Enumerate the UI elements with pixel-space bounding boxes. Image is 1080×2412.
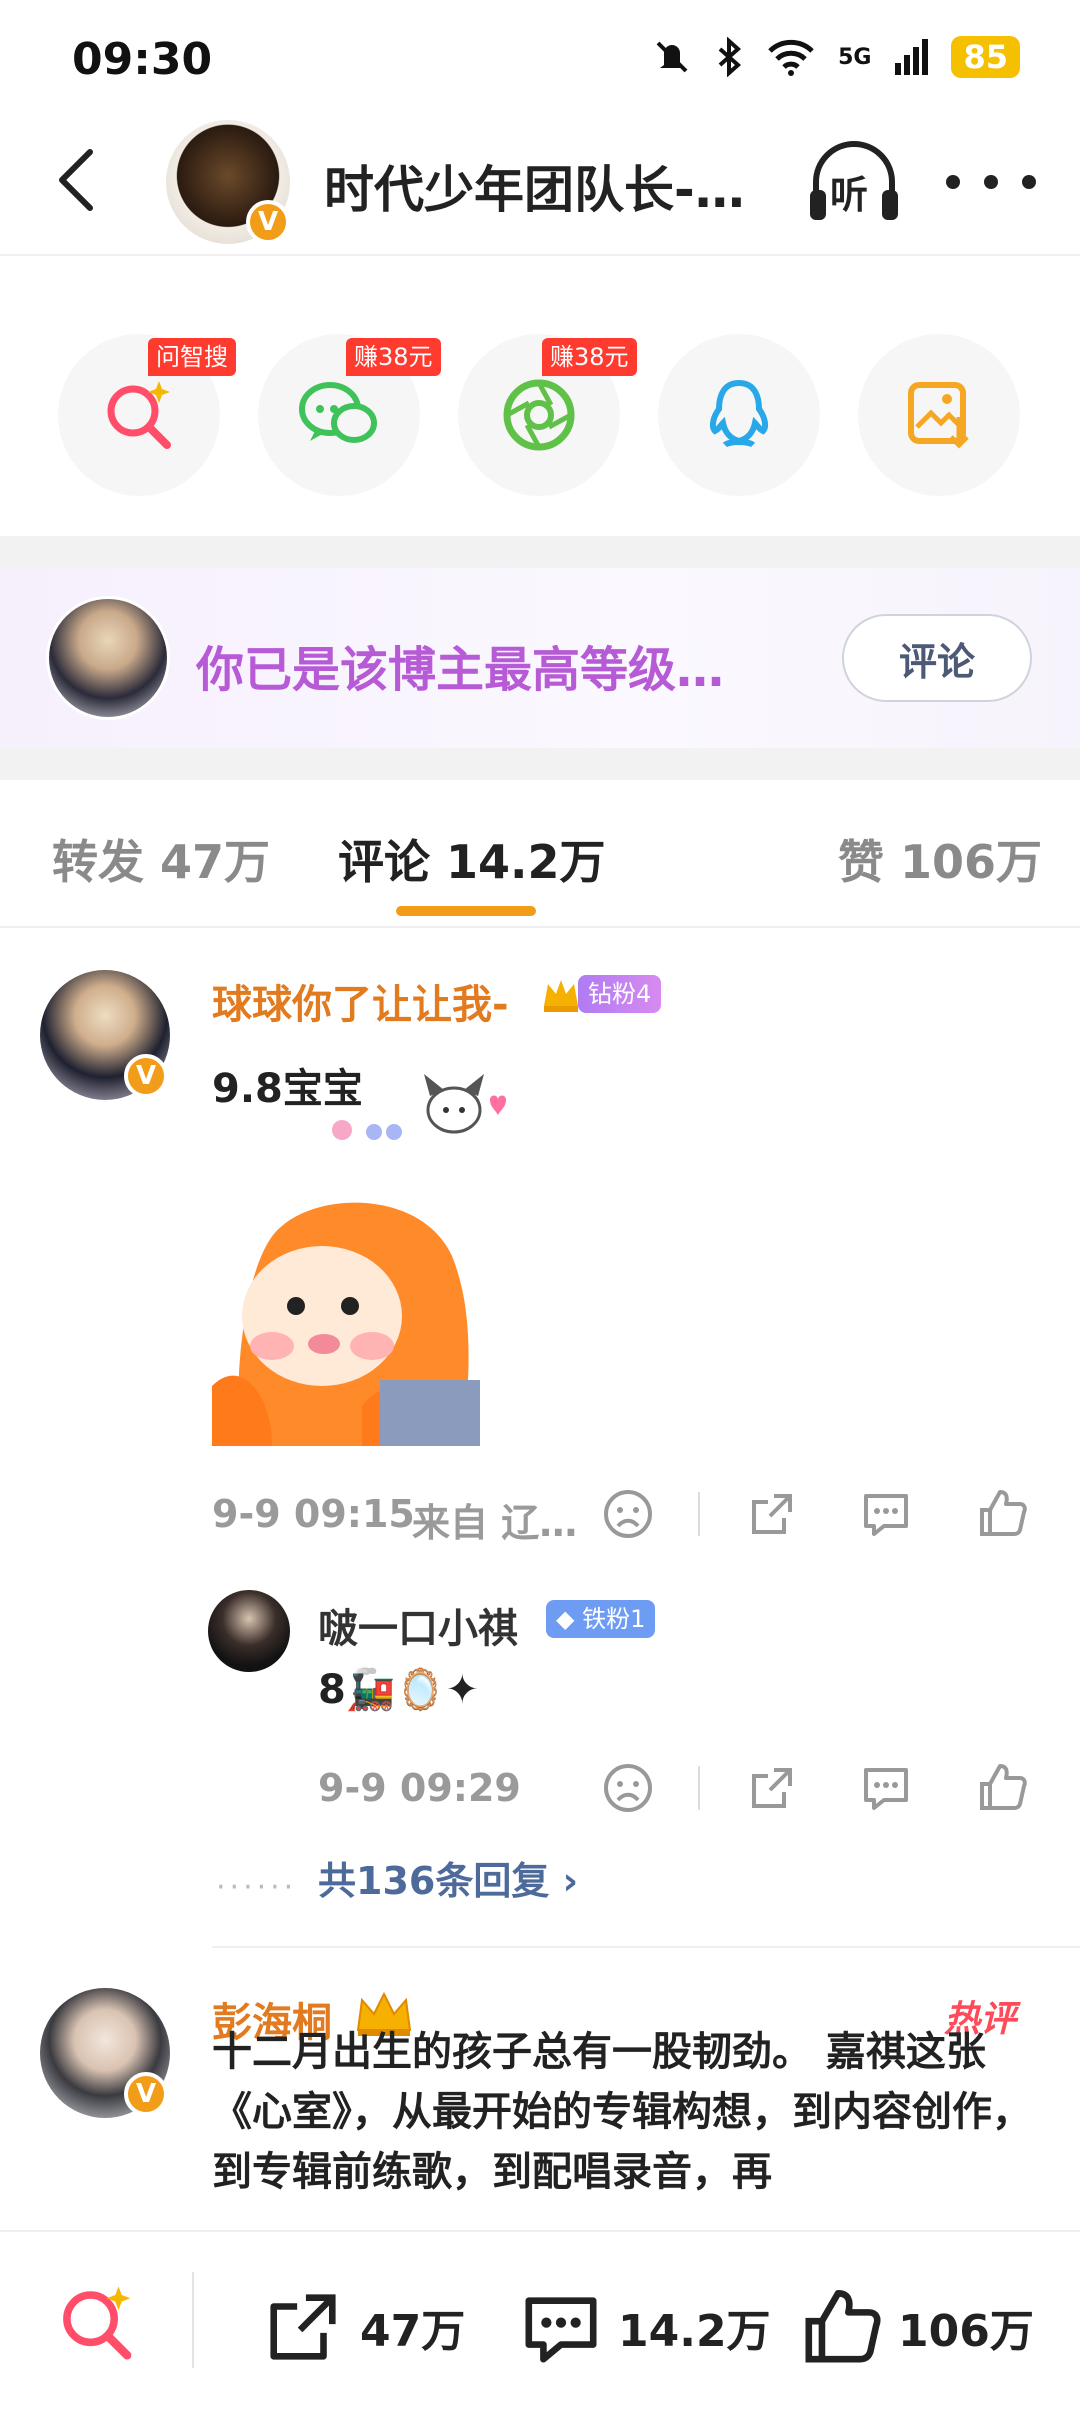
share-tag: 赚38元 (346, 338, 441, 376)
verified-badge-icon: V (124, 2072, 168, 2116)
divider (212, 1946, 1080, 1948)
comment-source: 来自 辽… (412, 1501, 578, 1545)
comment-time: 9-9 09:15 (212, 1492, 415, 1536)
fan-badge-label: 钻粉4 (578, 975, 662, 1013)
crown-icon (544, 980, 578, 1012)
repost-button[interactable]: 47万 (262, 2286, 465, 2368)
share-qq-button[interactable] (658, 334, 820, 496)
ai-search-icon[interactable] (54, 2280, 140, 2366)
tab-comments[interactable]: 评论 14.2万 (338, 826, 606, 892)
dislike-face-icon[interactable] (600, 1760, 656, 1816)
moments-icon (503, 379, 575, 451)
save-image-button[interactable] (858, 334, 1020, 496)
divider (698, 1766, 700, 1810)
fan-badge-label: ◆ 铁粉1 (546, 1600, 656, 1638)
comment-count-button[interactable]: 14.2万 (520, 2286, 771, 2368)
comment-icon (525, 2297, 597, 2363)
bluetooth-icon (718, 37, 742, 77)
divider (0, 254, 1080, 256)
reply-icon[interactable] (858, 1760, 914, 1816)
sticker-image[interactable] (212, 1196, 482, 1446)
reply-text: 8🚂🪞✦ (318, 1667, 479, 1713)
share-icon[interactable] (744, 1486, 800, 1542)
section-separator (0, 748, 1080, 780)
kuromi-sticker-icon (424, 1074, 506, 1134)
reply-time: 9-9 09:29 (318, 1766, 521, 1810)
battery-level: 85 (951, 36, 1020, 78)
reply-dots: ······ (216, 1870, 298, 1905)
tab-repost[interactable]: 转发 47万 (52, 826, 270, 892)
save-image-icon (908, 382, 969, 449)
like-icon (805, 2290, 881, 2363)
user-avatar (46, 596, 170, 720)
fan-badge-text: 铁粉1 (582, 1605, 646, 1633)
share-tag: 赚38元 (542, 338, 637, 376)
network-label: 5G (838, 44, 872, 70)
reply-username[interactable]: 啵一口小祺 (318, 1596, 518, 1654)
section-separator (0, 536, 1080, 568)
share-icon[interactable] (744, 1760, 800, 1816)
reply-avatar[interactable] (208, 1590, 290, 1672)
comment-count: 14.2万 (618, 2306, 771, 2357)
divider (192, 2272, 194, 2368)
signal-icon (895, 39, 929, 75)
fan-level-text: 你已是该博主最高等级… (196, 642, 725, 698)
back-icon[interactable] (40, 140, 120, 220)
divider (698, 1492, 700, 1536)
ai-search-icon (107, 381, 171, 449)
reply-icon[interactable] (858, 1486, 914, 1542)
tab-likes[interactable]: 赞 106万 (838, 826, 1042, 892)
mute-icon (656, 41, 688, 73)
comment-username[interactable]: 球球你了让让我- (212, 972, 509, 1030)
fan-badge: 钻粉4 (540, 974, 662, 1014)
comment-button[interactable]: 评论 (842, 614, 1032, 702)
like-button[interactable]: 106万 (800, 2286, 1034, 2368)
active-tab-indicator (396, 906, 536, 916)
view-all-replies-link[interactable]: 共136条回复 › (318, 1850, 578, 1905)
listen-button[interactable]: 听 (806, 138, 902, 228)
decoration-icon (332, 1120, 402, 1140)
status-time: 09:30 (72, 34, 213, 85)
dislike-face-icon[interactable] (600, 1486, 656, 1542)
page-title[interactable]: 时代少年团队长-… (324, 150, 745, 222)
like-icon[interactable] (974, 1486, 1030, 1542)
fan-badge: ◆ 铁粉1 (546, 1600, 656, 1638)
like-icon[interactable] (974, 1760, 1030, 1816)
repost-count: 47万 (360, 2306, 466, 2357)
more-options-button[interactable] (946, 152, 1036, 212)
repost-icon (270, 2294, 336, 2360)
share-tag: 问智搜 (148, 338, 236, 376)
verified-badge-icon: V (246, 200, 290, 244)
orange-monkey-sticker-icon (212, 1202, 480, 1446)
verified-badge-icon: V (124, 1054, 168, 1098)
listen-label: 听 (830, 173, 869, 217)
like-count: 106万 (898, 2306, 1034, 2357)
status-icons: 5G 85 (652, 36, 1020, 78)
wifi-icon (768, 39, 814, 76)
qq-icon (709, 379, 769, 448)
comment-text: 十二月出生的孩子总有一股韧劲。 嘉祺这张《心室》，从最开始的专辑构想，到内容创作… (212, 2029, 1032, 2195)
divider (0, 926, 1080, 928)
wechat-icon (299, 382, 377, 443)
comment-text: 9.8宝宝 (212, 1066, 363, 1112)
